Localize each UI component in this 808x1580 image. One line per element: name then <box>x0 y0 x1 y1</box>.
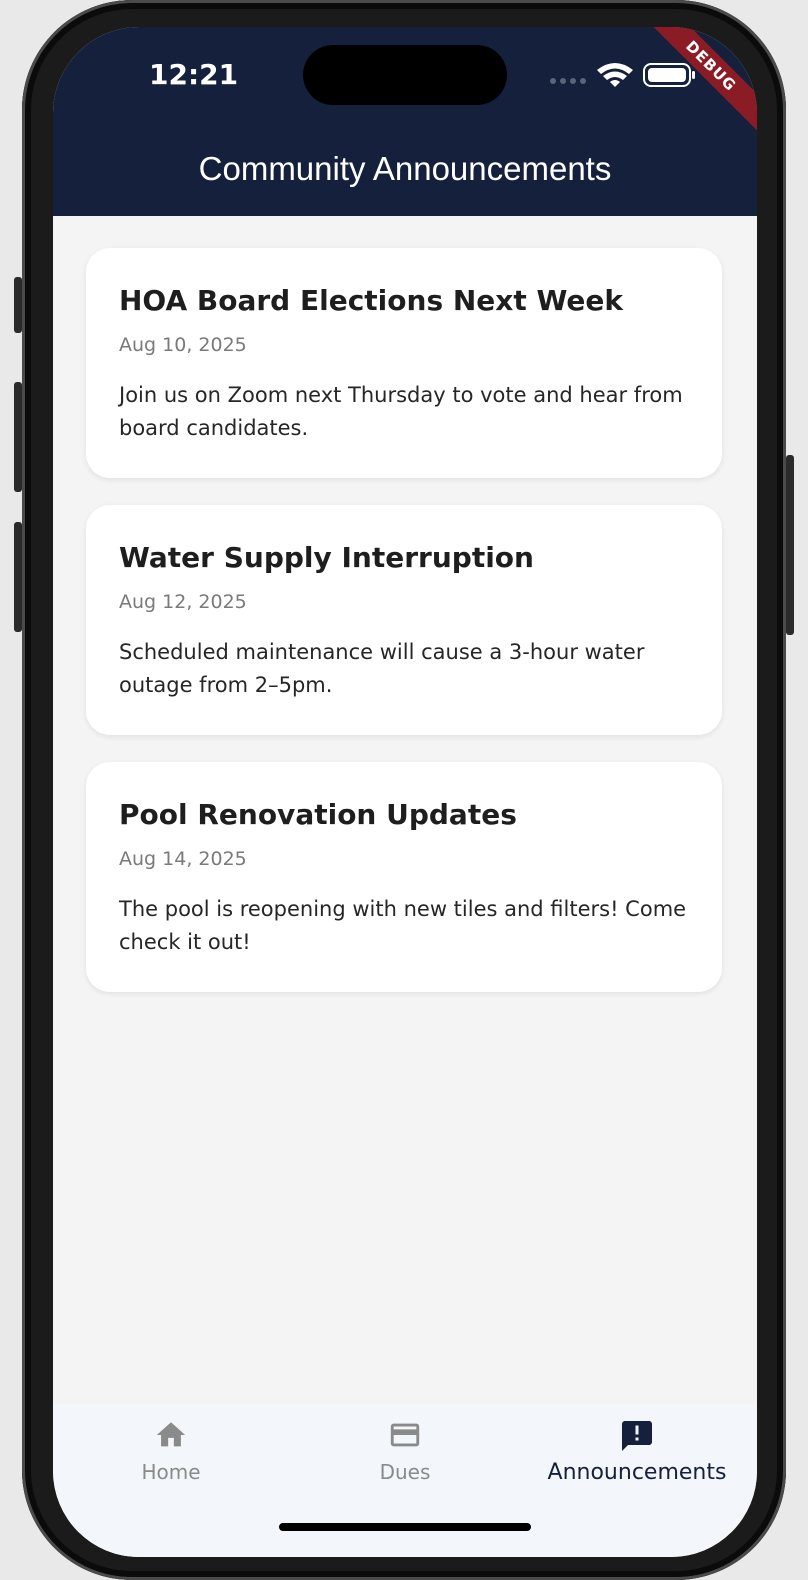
bottom-navigation: Home Dues Announcements <box>53 1404 757 1557</box>
status-icons <box>550 63 695 87</box>
nav-item-announcements[interactable]: Announcements <box>539 1418 735 1485</box>
announcement-body: The pool is reopening with new tiles and… <box>119 897 687 954</box>
dynamic-island <box>303 45 507 105</box>
signal-icon <box>550 78 586 84</box>
announcement-icon <box>622 1421 652 1451</box>
home-icon <box>156 1422 186 1447</box>
battery-icon <box>643 63 695 87</box>
volume-up-button <box>14 382 22 492</box>
nav-item-dues[interactable]: Dues <box>355 1418 455 1484</box>
home-indicator <box>279 1523 531 1531</box>
announcement-title: HOA Board Elections Next Week <box>119 284 623 317</box>
announcement-date: Aug 10, 2025 <box>119 334 247 356</box>
announcement-date: Aug 14, 2025 <box>119 848 247 870</box>
power-button <box>786 455 794 635</box>
nav-item-home[interactable]: Home <box>121 1418 221 1484</box>
status-time: 12:21 <box>149 58 239 91</box>
volume-down-button <box>14 522 22 632</box>
announcement-date: Aug 12, 2025 <box>119 591 247 613</box>
announcement-card[interactable]: Pool Renovation Updates Aug 14, 2025 The… <box>86 762 722 992</box>
announcement-card[interactable]: Water Supply Interruption Aug 12, 2025 S… <box>86 505 722 735</box>
page-title: Community Announcements <box>198 150 612 187</box>
announcement-title: Water Supply Interruption <box>119 541 534 574</box>
screen: 12:21 DEBUG Community Announcements HOA … <box>53 27 757 1557</box>
nav-label-announcements: Announcements <box>547 1460 727 1485</box>
nav-label-dues: Dues <box>379 1460 431 1484</box>
card-icon <box>390 1423 420 1447</box>
mute-switch <box>14 277 22 333</box>
announcement-body: Join us on Zoom next Thursday to vote an… <box>119 383 683 440</box>
announcement-card[interactable]: HOA Board Elections Next Week Aug 10, 20… <box>86 248 722 478</box>
app-header: 12:21 DEBUG Community Announcements <box>53 27 757 216</box>
announcement-body: Scheduled maintenance will cause a 3-hou… <box>119 640 645 697</box>
wifi-icon <box>597 63 633 87</box>
announcement-title: Pool Renovation Updates <box>119 798 517 831</box>
nav-label-home: Home <box>141 1460 201 1484</box>
